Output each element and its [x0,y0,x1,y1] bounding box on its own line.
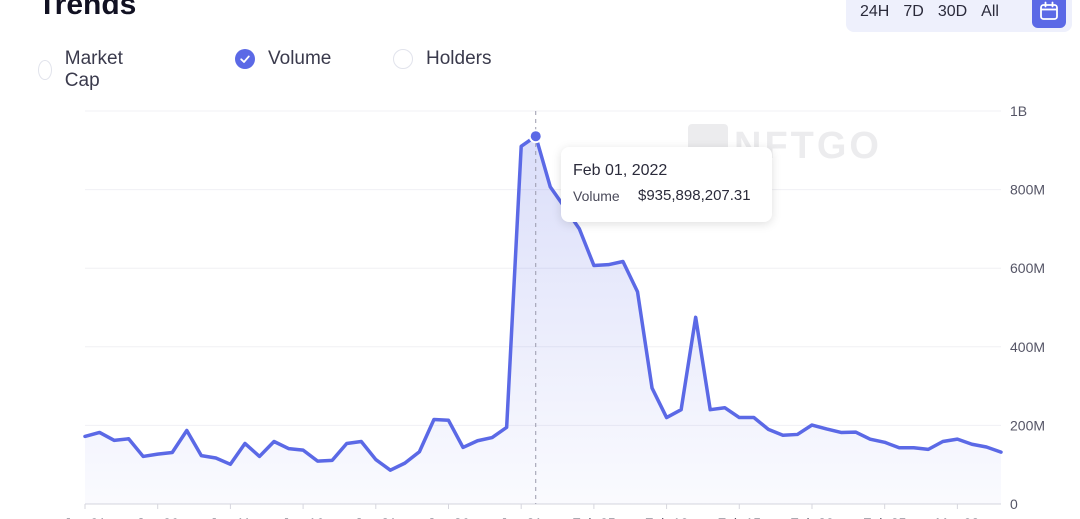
x-tick-label: Jan 16 [282,515,324,519]
range-30d-button[interactable]: 30D [938,3,967,21]
calendar-icon [1040,1,1058,20]
chart-tooltip: Feb 01, 2022 Volume $935,898,207.31 [561,147,772,222]
x-tick-label: Feb 05 [572,515,616,519]
x-tick-label: Jan 01 [64,515,106,519]
x-tick-label: Mar 02 [936,515,980,519]
x-tick-label: Jan 26 [427,515,469,519]
holders-label: Holders [426,48,492,69]
volume-chart: NFTGO 0200M400M600M800M1BJan 01Jan 06Jan… [64,103,1045,519]
x-tick-label: Feb 10 [645,515,689,519]
tooltip-value: $935,898,207.31 [638,187,751,204]
y-tick-label: 200M [1010,417,1045,433]
holders-radio[interactable] [393,49,413,69]
volume-area-fill [85,136,1001,504]
time-range-selector: 24H 7D 30D All [846,0,1072,32]
volume-label: Volume [268,48,332,69]
y-tick-label: 400M [1010,339,1045,355]
volume-toggle[interactable]: Volume [235,48,331,70]
y-tick-label: 600M [1010,260,1045,276]
calendar-button[interactable] [1032,0,1066,28]
range-7d-button[interactable]: 7D [903,3,923,21]
market-cap-toggle[interactable]: Market Cap [38,48,129,92]
tooltip-series-label: Volume [573,188,620,204]
y-tick-label: 800M [1010,182,1045,198]
holders-toggle[interactable]: Holders [393,48,491,70]
x-tick-label: Feb 20 [790,515,834,519]
check-icon [240,55,250,63]
hover-point-marker[interactable] [528,129,543,144]
x-tick-label: Feb 15 [717,515,761,519]
x-tick-label: Jan 21 [355,515,397,519]
volume-radio[interactable] [235,49,255,69]
y-tick-label: 1B [1010,103,1027,119]
x-tick-label: Jan 11 [210,515,251,519]
x-tick-label: Feb 25 [863,515,907,519]
x-tick-label: Jan 06 [137,515,179,519]
y-tick-label: 0 [1010,496,1018,512]
market-cap-radio[interactable] [38,60,52,80]
range-24h-button[interactable]: 24H [860,3,889,21]
range-all-button[interactable]: All [981,3,999,21]
market-cap-label: Market Cap [64,48,123,91]
page-title: Trends [38,0,137,21]
tooltip-date: Feb 01, 2022 [573,162,668,179]
x-tick-label: Jan 31 [500,515,542,519]
